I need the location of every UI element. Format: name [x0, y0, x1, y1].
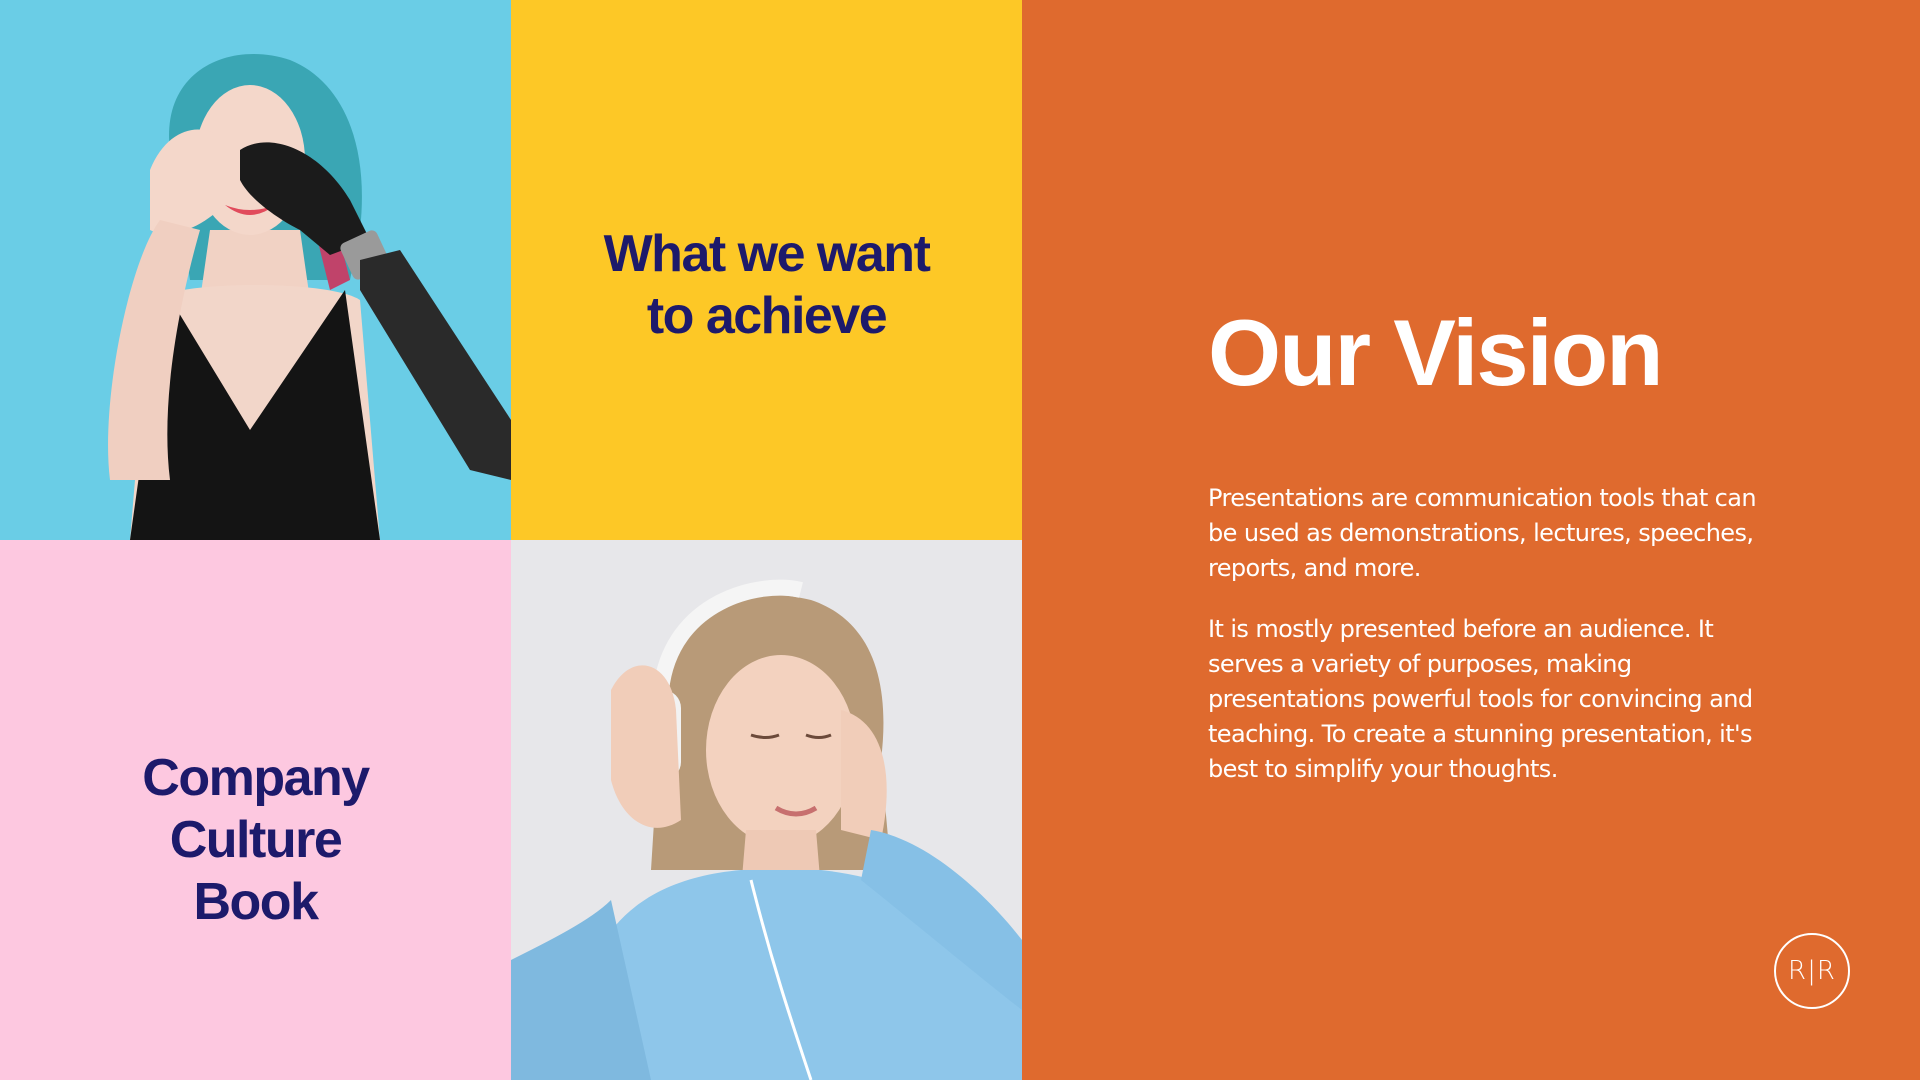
culture-heading-line-1: Company [142, 749, 370, 807]
rr-logo: R|R [1774, 933, 1850, 1009]
achieve-heading-line-1: What we want [603, 225, 931, 283]
rr-logo-text: R|R [1788, 956, 1836, 986]
vision-title: Our Vision [1208, 300, 1664, 405]
photo-woman-prosthetic-arm-illustration [0, 0, 511, 540]
vision-panel: Our Vision Presentations are communicati… [1022, 0, 1920, 1080]
culture-book-heading: Company Culture Book [142, 747, 370, 933]
achieve-tile: What we want to achieve [511, 0, 1022, 540]
photo-woman-prosthetic-arm [0, 0, 511, 540]
photo-woman-headphones [511, 540, 1022, 1080]
photo-woman-headphones-illustration [511, 540, 1022, 1080]
culture-heading-line-2: Culture [169, 811, 343, 869]
vision-paragraph-1: Presentations are communication tools th… [1208, 484, 1757, 582]
achieve-heading: What we want to achieve [603, 223, 931, 347]
achieve-heading-line-2: to achieve [646, 287, 888, 345]
culture-heading-line-3: Book [193, 873, 319, 931]
culture-book-tile: Company Culture Book [0, 540, 511, 1080]
vision-paragraph-2: It is mostly presented before an audienc… [1208, 615, 1753, 783]
